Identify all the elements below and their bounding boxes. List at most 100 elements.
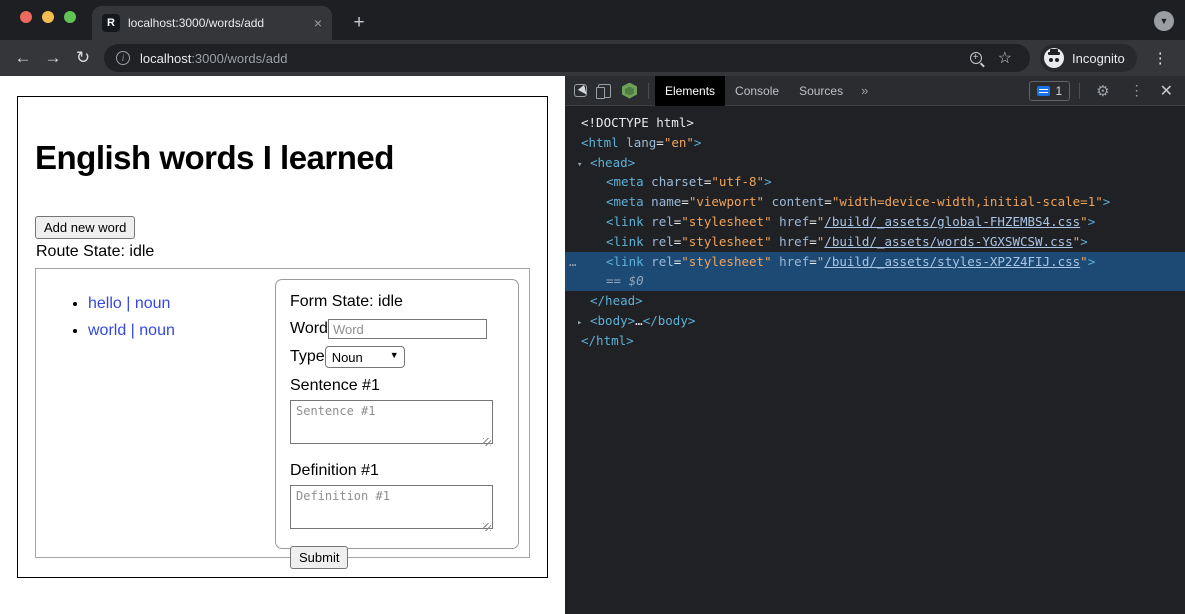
code-token: rel (644, 234, 674, 249)
code-token: > (764, 174, 772, 189)
devtools-panel: Elements Console Sources » 1 ⚙ ⋮ ✕ <!DOC… (565, 76, 1185, 614)
dom-tree-line[interactable]: ▸<body>…</body> (565, 311, 1185, 331)
browser-menu-icon[interactable]: ⋮ (1153, 49, 1168, 67)
line-more-actions-icon[interactable]: … (569, 252, 576, 272)
code-token: = (809, 234, 817, 249)
dom-tree-line[interactable]: <link rel="stylesheet" href="/build/_ass… (565, 212, 1185, 232)
inspect-element-icon[interactable] (574, 84, 587, 97)
devtools-dom-tree: <!DOCTYPE html><html lang="en">▾<head><m… (565, 106, 1185, 351)
forward-icon[interactable]: → (38, 48, 68, 68)
code-token: "utf-8" (711, 174, 764, 189)
reload-icon[interactable]: ↻ (68, 48, 98, 68)
dom-tree-line[interactable]: …<link rel="stylesheet" href="/build/_as… (565, 252, 1185, 272)
code-token: lang (619, 135, 657, 150)
device-toolbar-icon[interactable] (598, 84, 611, 98)
type-select[interactable]: Noun (325, 346, 405, 368)
tab-strip: R localhost:3000/words/add × + ▼ (0, 0, 1185, 40)
page-container: English words I learned Add new word Rou… (17, 96, 548, 578)
remix-favicon-icon: R (102, 14, 120, 32)
window-minimize-button[interactable] (42, 11, 54, 23)
code-token: " (1080, 214, 1088, 229)
code-token: "en" (664, 135, 694, 150)
code-token: = (809, 214, 817, 229)
tab-sources[interactable]: Sources (789, 76, 853, 106)
extension-hexagon-icon[interactable] (622, 83, 637, 99)
code-token: = (681, 194, 689, 209)
dom-tree-line[interactable]: <meta charset="utf-8"> (565, 172, 1185, 192)
address-bar[interactable]: i localhost:3000/words/add + ☆ (104, 44, 1030, 72)
code-token: href (772, 254, 810, 269)
dom-tree-line[interactable]: ▾<head> (565, 153, 1185, 173)
tab-search-button[interactable]: ▼ (1154, 11, 1174, 31)
url-text: localhost:3000/words/add (140, 51, 970, 66)
definition-textarea[interactable] (290, 485, 493, 529)
code-token: rel (644, 254, 674, 269)
incognito-label: Incognito (1072, 51, 1125, 66)
zoom-level-icon[interactable]: + (970, 52, 982, 64)
type-label: Type (290, 348, 325, 366)
code-token: rel (644, 214, 674, 229)
devtools-menu-icon[interactable]: ⋮ (1130, 82, 1144, 99)
tab-elements[interactable]: Elements (655, 76, 725, 106)
code-token: /build/_assets/words-YGXSWCSW.css (824, 234, 1072, 249)
more-tabs-icon[interactable]: » (853, 83, 876, 98)
code-token: <meta (606, 194, 644, 209)
code-token: href (772, 234, 810, 249)
code-token: = (656, 135, 664, 150)
tab-close-icon[interactable]: × (314, 15, 322, 31)
issues-counter[interactable]: 1 (1029, 81, 1070, 101)
code-token: "width=device-width,initial-scale=1" (832, 194, 1103, 209)
devtools-close-icon[interactable]: ✕ (1160, 81, 1173, 101)
tab-title: localhost:3000/words/add (128, 16, 308, 30)
tab-console[interactable]: Console (725, 76, 789, 106)
incognito-badge: Incognito (1040, 44, 1137, 72)
back-icon[interactable]: ← (8, 48, 38, 68)
sentence-textarea[interactable] (290, 400, 493, 444)
code-token: > (1080, 234, 1088, 249)
code-token: <meta (606, 174, 644, 189)
new-tab-button[interactable]: + (346, 10, 372, 36)
resize-grip-icon[interactable] (483, 438, 491, 446)
dom-tree-line[interactable]: </html> (565, 331, 1185, 351)
word-link-world[interactable]: world | noun (88, 322, 175, 339)
add-new-word-button[interactable]: Add new word (35, 216, 135, 239)
code-token: href (772, 214, 810, 229)
dom-tree-line[interactable]: </head> (565, 291, 1185, 311)
code-token: <!DOCTYPE html> (581, 115, 694, 130)
code-token: <link (606, 214, 644, 229)
submit-button[interactable]: Submit (290, 546, 348, 569)
resize-grip-icon[interactable] (483, 523, 491, 531)
code-token: <html (581, 135, 619, 150)
word-input[interactable] (328, 319, 487, 339)
dom-tree-line[interactable]: == $0 (565, 271, 1185, 291)
word-link-hello[interactable]: hello | noun (88, 295, 170, 312)
code-token: </html> (581, 333, 634, 348)
dom-tree-line[interactable]: <meta name="viewport" content="width=dev… (565, 192, 1185, 212)
code-token: == $0 (606, 273, 644, 288)
code-token: > (1103, 194, 1111, 209)
issues-bubble-icon (1037, 86, 1050, 96)
code-token: <link (606, 254, 644, 269)
browser-tab[interactable]: R localhost:3000/words/add × (92, 6, 332, 40)
code-token: > (694, 135, 702, 150)
code-token: "stylesheet" (681, 234, 771, 249)
code-token: "stylesheet" (681, 254, 771, 269)
dom-tree-line[interactable]: <!DOCTYPE html> (565, 113, 1185, 133)
page-viewport: English words I learned Add new word Rou… (0, 76, 565, 614)
settings-gear-icon[interactable]: ⚙ (1096, 82, 1109, 100)
dom-tree-line[interactable]: <html lang="en"> (565, 133, 1185, 153)
code-token: = (809, 254, 817, 269)
window-maximize-button[interactable] (64, 11, 76, 23)
code-token: /build/_assets/global-FHZEMBS4.css (824, 214, 1080, 229)
route-state-text: Route State: idle (36, 243, 154, 261)
code-token: </body> (643, 313, 696, 328)
window-close-button[interactable] (20, 11, 32, 23)
bookmark-star-icon[interactable]: ☆ (998, 48, 1012, 68)
page-title: English words I learned (35, 139, 394, 177)
code-token: <head> (590, 155, 635, 170)
divider (1079, 83, 1080, 99)
browser-toolbar: ← → ↻ i localhost:3000/words/add + ☆ Inc… (0, 40, 1185, 76)
site-info-icon[interactable]: i (116, 51, 130, 65)
divider (648, 83, 649, 99)
dom-tree-line[interactable]: <link rel="stylesheet" href="/build/_ass… (565, 232, 1185, 252)
